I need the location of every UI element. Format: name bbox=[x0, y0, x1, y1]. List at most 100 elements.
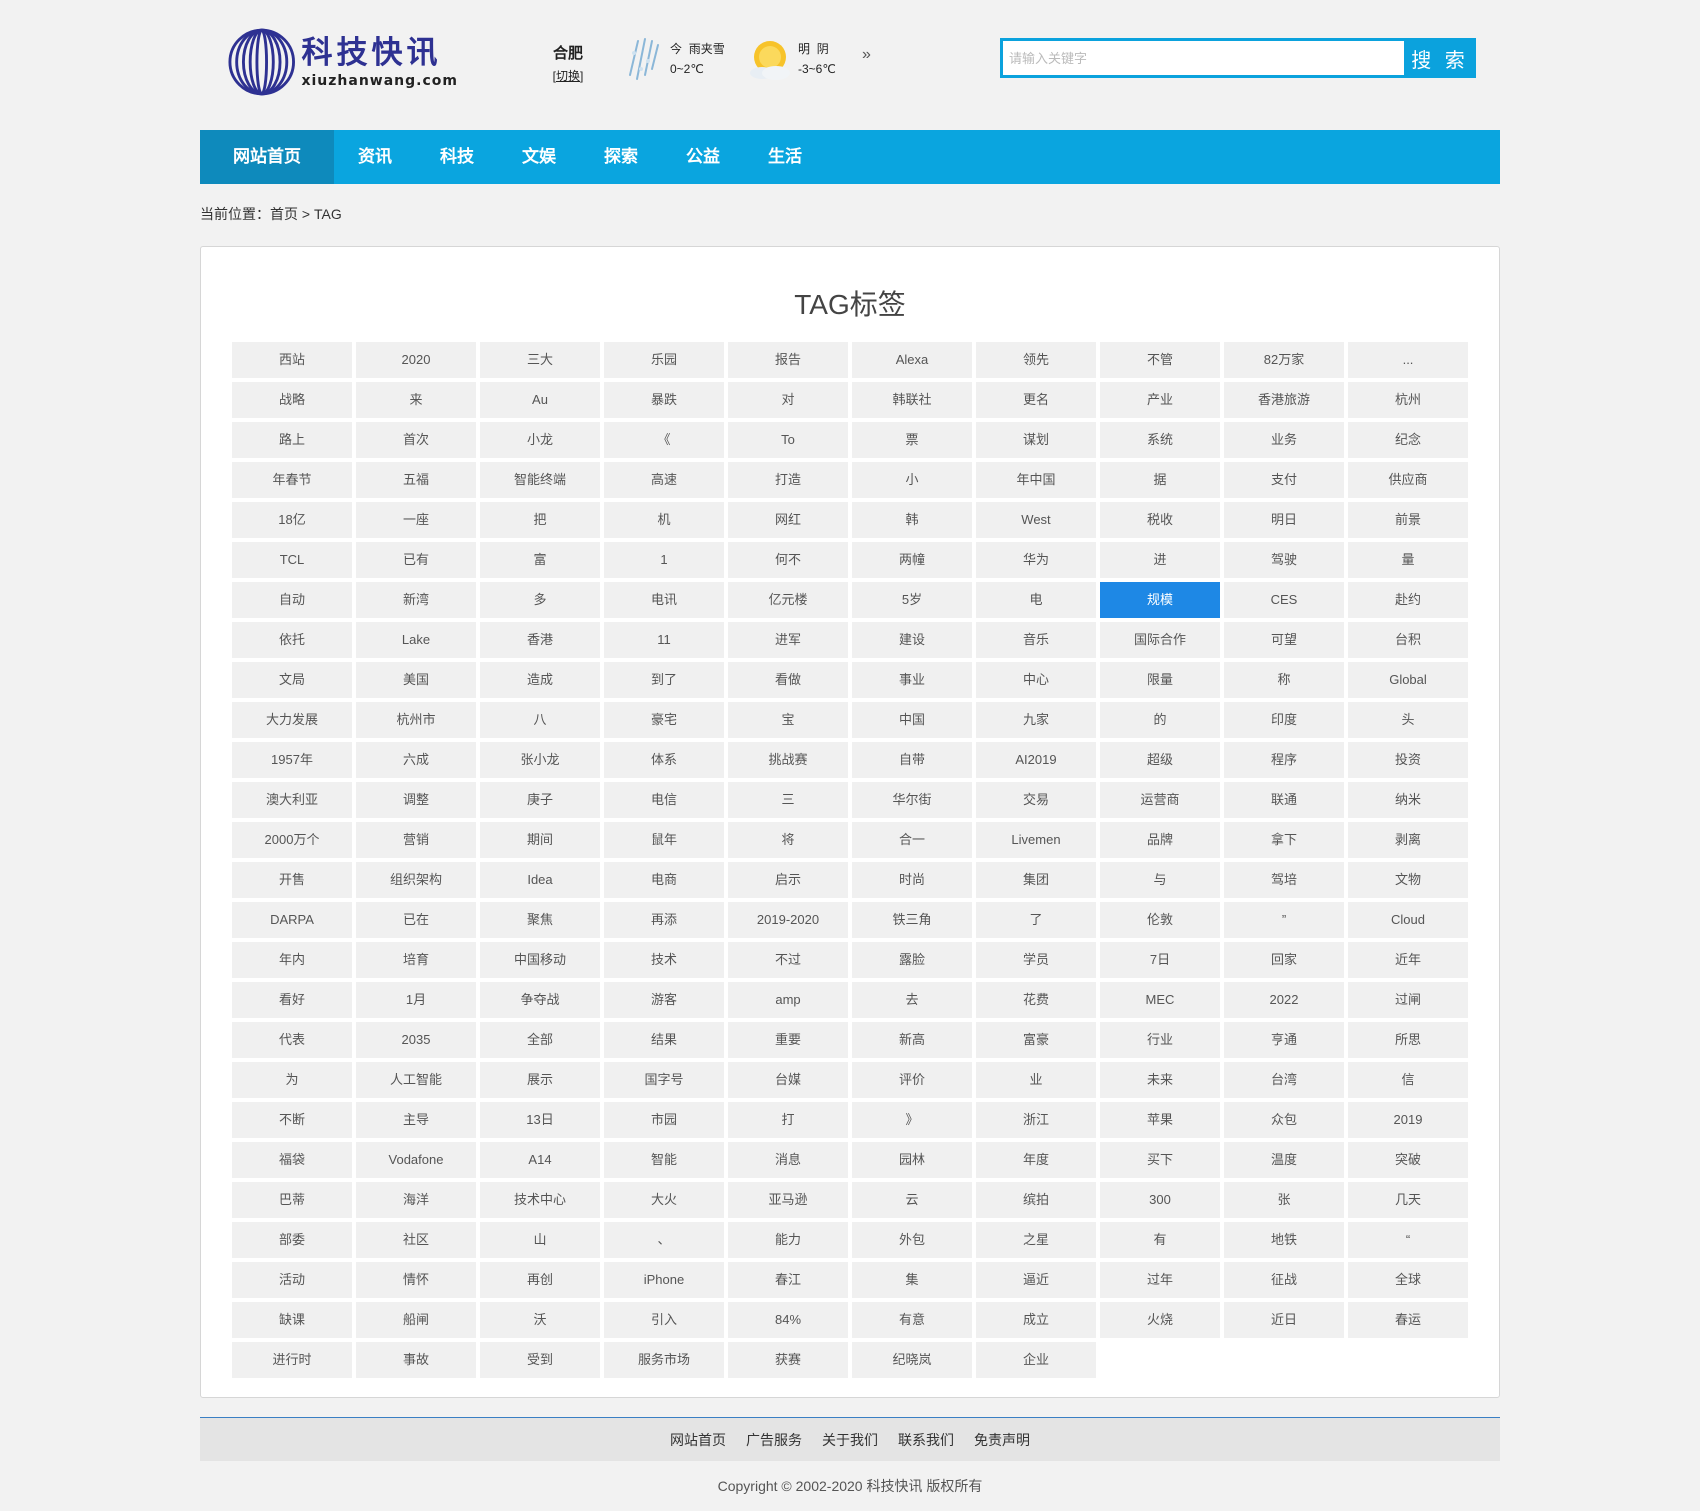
tag-item[interactable]: iPhone bbox=[604, 1262, 724, 1298]
tag-item[interactable]: 外包 bbox=[852, 1222, 972, 1258]
tag-item[interactable]: ” bbox=[1224, 902, 1344, 938]
tag-item[interactable]: 供应商 bbox=[1348, 462, 1468, 498]
tag-item[interactable]: 八 bbox=[480, 702, 600, 738]
tag-item[interactable]: 品牌 bbox=[1100, 822, 1220, 858]
footer-link-ads[interactable]: 广告服务 bbox=[746, 1430, 802, 1450]
tag-item[interactable]: 智能 bbox=[604, 1142, 724, 1178]
tag-item[interactable]: 近日 bbox=[1224, 1302, 1344, 1338]
tag-item[interactable]: 获赛 bbox=[728, 1342, 848, 1378]
tag-item[interactable]: Global bbox=[1348, 662, 1468, 698]
tag-item[interactable]: 云 bbox=[852, 1182, 972, 1218]
tag-item[interactable]: 台积 bbox=[1348, 622, 1468, 658]
tag-item[interactable]: 量 bbox=[1348, 542, 1468, 578]
tag-item[interactable]: 年中国 bbox=[976, 462, 1096, 498]
tag-item[interactable]: 》 bbox=[852, 1102, 972, 1138]
tag-item[interactable]: 回家 bbox=[1224, 942, 1344, 978]
tag-item[interactable]: 系统 bbox=[1100, 422, 1220, 458]
tag-item[interactable]: 亿元楼 bbox=[728, 582, 848, 618]
tag-item[interactable]: 把 bbox=[480, 502, 600, 538]
tag-item[interactable]: 有意 bbox=[852, 1302, 972, 1338]
tag-item[interactable]: 国际合作 bbox=[1100, 622, 1220, 658]
tag-item[interactable]: 主导 bbox=[356, 1102, 476, 1138]
tag-item[interactable]: 几天 bbox=[1348, 1182, 1468, 1218]
tag-item[interactable]: 浙江 bbox=[976, 1102, 1096, 1138]
tag-item[interactable]: 巴蒂 bbox=[232, 1182, 352, 1218]
tag-item[interactable]: 香港 bbox=[480, 622, 600, 658]
tag-item[interactable]: 调整 bbox=[356, 782, 476, 818]
tag-item[interactable]: 伦敦 bbox=[1100, 902, 1220, 938]
tag-item[interactable]: 报告 bbox=[728, 342, 848, 378]
tag-item[interactable]: 与 bbox=[1100, 862, 1220, 898]
tag-item[interactable]: 进 bbox=[1100, 542, 1220, 578]
tag-item[interactable]: 受到 bbox=[480, 1342, 600, 1378]
tag-item[interactable]: 电讯 bbox=[604, 582, 724, 618]
tag-item[interactable]: 印度 bbox=[1224, 702, 1344, 738]
tag-item[interactable]: 再添 bbox=[604, 902, 724, 938]
tag-item[interactable]: 台湾 bbox=[1224, 1062, 1344, 1098]
tag-item[interactable]: 对 bbox=[728, 382, 848, 418]
tag-item[interactable]: 缺课 bbox=[232, 1302, 352, 1338]
tag-item[interactable]: 征战 bbox=[1224, 1262, 1344, 1298]
footer-link-about[interactable]: 关于我们 bbox=[822, 1430, 878, 1450]
tag-item[interactable]: 1月 bbox=[356, 982, 476, 1018]
tag-item[interactable]: 船闸 bbox=[356, 1302, 476, 1338]
tag-item[interactable]: 暴跌 bbox=[604, 382, 724, 418]
tag-item[interactable]: Idea bbox=[480, 862, 600, 898]
nav-item-entertainment[interactable]: 文娱 bbox=[498, 130, 580, 184]
tag-item[interactable]: 未来 bbox=[1100, 1062, 1220, 1098]
weather-more-arrow-icon[interactable]: » bbox=[862, 46, 871, 64]
tag-item[interactable]: 纪念 bbox=[1348, 422, 1468, 458]
tag-item[interactable]: 运营商 bbox=[1100, 782, 1220, 818]
tag-item[interactable]: 张小龙 bbox=[480, 742, 600, 778]
tag-item[interactable]: 更名 bbox=[976, 382, 1096, 418]
tag-item[interactable]: 自动 bbox=[232, 582, 352, 618]
tag-item[interactable]: 2019-2020 bbox=[728, 902, 848, 938]
tag-item[interactable]: 将 bbox=[728, 822, 848, 858]
tag-item[interactable]: 高速 bbox=[604, 462, 724, 498]
tag-item[interactable]: 电 bbox=[976, 582, 1096, 618]
tag-item[interactable]: 投资 bbox=[1348, 742, 1468, 778]
tag-item[interactable]: 进军 bbox=[728, 622, 848, 658]
tag-item[interactable]: “ bbox=[1348, 1222, 1468, 1258]
search-button[interactable]: 搜 索 bbox=[1404, 38, 1476, 78]
tag-item[interactable]: 音乐 bbox=[976, 622, 1096, 658]
tag-item[interactable]: 聚焦 bbox=[480, 902, 600, 938]
tag-item[interactable]: 引入 bbox=[604, 1302, 724, 1338]
tag-item[interactable]: 苹果 bbox=[1100, 1102, 1220, 1138]
tag-item[interactable]: 众包 bbox=[1224, 1102, 1344, 1138]
tag-item[interactable]: amp bbox=[728, 982, 848, 1018]
tag-item[interactable]: 海洋 bbox=[356, 1182, 476, 1218]
tag-item[interactable]: 交易 bbox=[976, 782, 1096, 818]
site-logo[interactable]: 科技快讯 xiuzhanwang.com bbox=[228, 24, 458, 100]
tag-item[interactable]: Livemen bbox=[976, 822, 1096, 858]
tag-item[interactable]: 能力 bbox=[728, 1222, 848, 1258]
tag-item[interactable]: 体系 bbox=[604, 742, 724, 778]
tag-item[interactable]: 称 bbox=[1224, 662, 1344, 698]
tag-item[interactable]: 市园 bbox=[604, 1102, 724, 1138]
tag-item[interactable]: 18亿 bbox=[232, 502, 352, 538]
tag-item[interactable]: 事业 bbox=[852, 662, 972, 698]
tag-item[interactable]: 部委 bbox=[232, 1222, 352, 1258]
tag-item[interactable]: 可望 bbox=[1224, 622, 1344, 658]
tag-item[interactable]: 文物 bbox=[1348, 862, 1468, 898]
tag-item[interactable]: 学员 bbox=[976, 942, 1096, 978]
tag-item[interactable]: 有 bbox=[1100, 1222, 1220, 1258]
tag-item[interactable]: 看做 bbox=[728, 662, 848, 698]
tag-item[interactable]: 福袋 bbox=[232, 1142, 352, 1178]
footer-link-contact[interactable]: 联系我们 bbox=[898, 1430, 954, 1450]
tag-item[interactable]: 营销 bbox=[356, 822, 476, 858]
tag-item[interactable]: 合一 bbox=[852, 822, 972, 858]
tag-item[interactable]: 2019 bbox=[1348, 1102, 1468, 1138]
tag-item[interactable]: 台媒 bbox=[728, 1062, 848, 1098]
tag-item[interactable]: 两幢 bbox=[852, 542, 972, 578]
tag-item[interactable]: 、 bbox=[604, 1222, 724, 1258]
tag-item[interactable]: 澳大利亚 bbox=[232, 782, 352, 818]
nav-item-news[interactable]: 资讯 bbox=[334, 130, 416, 184]
tag-item[interactable]: 2000万个 bbox=[232, 822, 352, 858]
tag-item[interactable]: 1957年 bbox=[232, 742, 352, 778]
tag-item[interactable]: 规模 bbox=[1100, 582, 1220, 618]
tag-item[interactable]: MEC bbox=[1100, 982, 1220, 1018]
tag-item[interactable]: 集团 bbox=[976, 862, 1096, 898]
tag-item[interactable]: 温度 bbox=[1224, 1142, 1344, 1178]
tag-item[interactable]: 领先 bbox=[976, 342, 1096, 378]
